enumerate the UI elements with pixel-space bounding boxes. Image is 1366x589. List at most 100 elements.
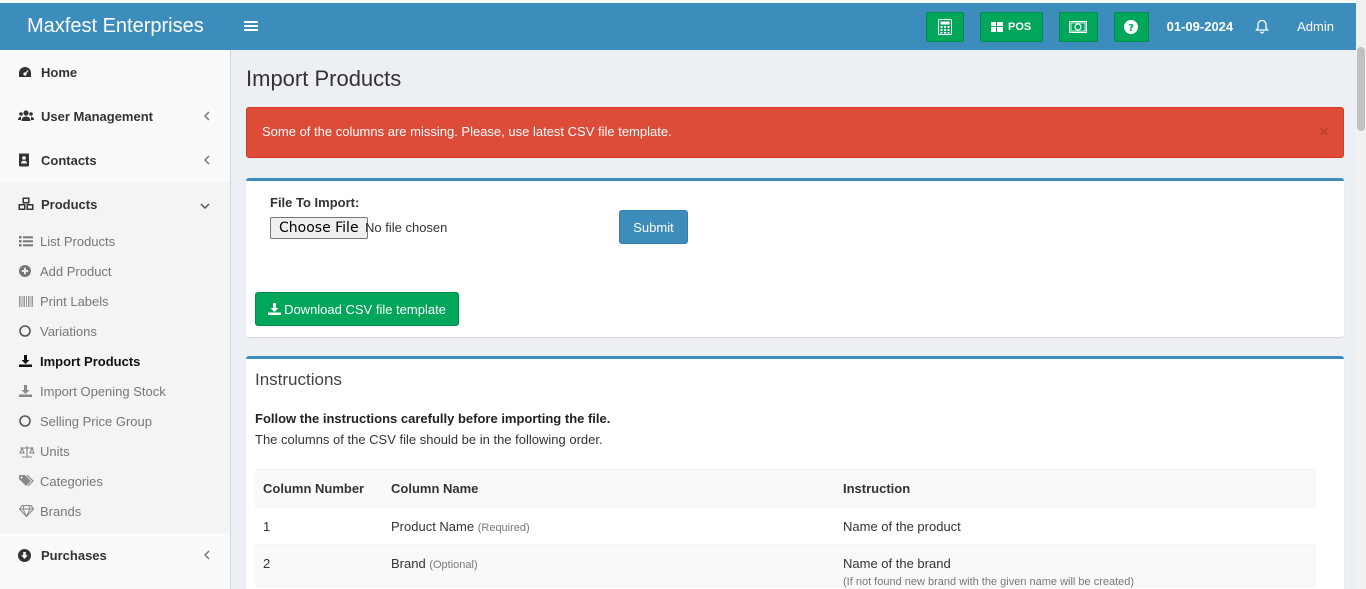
sidebar-subitem-label: Import Products (40, 353, 141, 369)
help-button[interactable]: ? (1113, 11, 1149, 42)
balance-scale-icon (19, 445, 40, 458)
column-name: Brand (391, 556, 426, 571)
sidebar: Home User Management Contacts Products L… (0, 50, 231, 589)
column-header: Column Name (383, 469, 835, 508)
sidebar-subitem-label: Print Labels (40, 293, 109, 309)
sidebar-item-label: Home (41, 64, 78, 80)
file-status-text: No file chosen (365, 220, 448, 235)
circle-icon (19, 415, 40, 427)
svg-text:?: ? (1128, 23, 1134, 34)
alert-message: Some of the columns are missing. Please,… (262, 124, 672, 139)
chevron-left-icon (203, 548, 210, 563)
sidebar-subitem-units[interactable]: Units (0, 436, 230, 466)
scrollbar-thumb[interactable] (1357, 47, 1365, 131)
sidebar-subitem-label: Import Opening Stock (40, 383, 166, 399)
sidebar-subitem-import-products[interactable]: Import Products (0, 346, 230, 376)
main-header: Maxfest Enterprises POS ? 01-09-2024 Adm… (0, 3, 1356, 50)
sidebar-subitem-add-product[interactable]: Add Product (0, 256, 230, 286)
sidebar-item-purchases[interactable]: Purchases (0, 533, 230, 577)
gem-icon (19, 505, 40, 517)
products-submenu: List Products Add Product Print Labels V… (0, 226, 230, 533)
sidebar-subitem-list-products[interactable]: List Products (0, 226, 230, 256)
file-import-label: File To Import: (270, 195, 360, 210)
sidebar-item-label: Contacts (41, 152, 97, 168)
download-template-label: Download CSV file template (284, 301, 446, 317)
page-scrollbar[interactable] (1356, 0, 1366, 589)
close-icon[interactable]: × (1319, 122, 1329, 142)
sidebar-subitem-label: Brands (40, 503, 82, 519)
plus-circle-icon (19, 265, 40, 277)
sidebar-subitem-import-opening-stock[interactable]: Import Opening Stock (0, 376, 230, 406)
choose-file-button[interactable]: Choose File (270, 217, 368, 239)
instruction-note: (If not found new brand with the given n… (843, 576, 1135, 588)
column-name-cell: Brand (Optional) (383, 544, 835, 588)
notifications-bell-icon[interactable] (1255, 19, 1269, 34)
instructions-box: Instructions Follow the instructions car… (246, 356, 1344, 589)
list-icon (19, 235, 40, 247)
dashboard-icon (18, 66, 41, 78)
sidebar-subitem-label: Selling Price Group (40, 413, 152, 429)
arrow-circle-down-icon (18, 548, 41, 562)
pos-button[interactable]: POS (979, 11, 1043, 42)
pos-label: POS (1008, 20, 1032, 33)
sidebar-subitem-print-labels[interactable]: Print Labels (0, 286, 230, 316)
chevron-down-icon (200, 197, 210, 212)
instruction-cell: Name of the product (835, 507, 1316, 545)
sidebar-subitem-brands[interactable]: Brands (0, 496, 230, 526)
column-number-cell: 1 (255, 507, 383, 545)
instructions-title: Instructions (255, 370, 342, 389)
sidebar-subitem-categories[interactable]: Categories (0, 466, 230, 496)
download-icon (268, 303, 282, 315)
instruction-text: Name of the brand (843, 556, 951, 571)
tags-icon (19, 475, 40, 487)
submit-button[interactable]: Submit (619, 210, 688, 244)
main-content: Import Products Some of the columns are … (231, 50, 1356, 589)
circle-icon (19, 325, 40, 337)
current-date: 01-09-2024 (1166, 19, 1234, 34)
table-row: 2 Brand (Optional) Name of the brand (If … (255, 544, 1316, 588)
column-name: Product Name (391, 519, 475, 534)
column-number-cell: 2 (255, 544, 383, 588)
column-requirement: (Required) (477, 522, 530, 534)
sidebar-subitem-selling-price-group[interactable]: Selling Price Group (0, 406, 230, 436)
page-title: Import Products (246, 66, 402, 91)
users-icon (18, 110, 41, 122)
sidebar-item-home[interactable]: Home (0, 50, 230, 94)
column-name-cell: Product Name (Required) (383, 507, 835, 545)
sidebar-subitem-variations[interactable]: Variations (0, 316, 230, 346)
user-menu[interactable]: Admin (1297, 19, 1334, 34)
sidebar-subitem-label: List Products (40, 233, 116, 249)
th-large-icon (991, 21, 1004, 32)
sidebar-toggle-icon[interactable] (244, 17, 268, 37)
sidebar-item-products[interactable]: Products (0, 182, 230, 226)
column-header: Column Number (255, 469, 383, 508)
sidebar-item-contacts[interactable]: Contacts (0, 138, 230, 182)
cubes-icon (18, 197, 41, 211)
barcode-icon (19, 295, 40, 307)
sidebar-item-user-management[interactable]: User Management (0, 94, 230, 138)
sidebar-item-label: Purchases (41, 547, 107, 563)
calculator-button[interactable] (925, 11, 964, 42)
sidebar-subitem-label: Units (40, 443, 70, 459)
sidebar-subitem-label: Variations (40, 323, 97, 339)
error-alert: Some of the columns are missing. Please,… (246, 107, 1344, 158)
table-row: 1 Product Name (Required) Name of the pr… (255, 507, 1316, 545)
cash-register-button[interactable] (1058, 11, 1098, 42)
download-icon (19, 385, 40, 397)
columns-table: Column Number Column Name Instruction 1 … (255, 469, 1316, 588)
import-form-box: File To Import: Choose File No file chos… (246, 178, 1344, 337)
column-header: Instruction (835, 469, 1316, 508)
instruction-cell: Name of the brand (If not found new brand… (835, 544, 1316, 588)
chevron-left-icon (203, 153, 210, 168)
instructions-heading: Follow the instructions carefully before… (255, 411, 611, 426)
sidebar-subitem-label: Categories (40, 473, 103, 489)
sidebar-item-label: User Management (41, 108, 153, 124)
column-requirement: (Optional) (429, 559, 478, 571)
download-icon (19, 355, 40, 367)
sidebar-subitem-label: Add Product (40, 263, 112, 279)
address-book-icon (18, 153, 41, 167)
question-circle-icon: ? (1124, 19, 1139, 34)
money-icon (1069, 20, 1088, 33)
brand-logo[interactable]: Maxfest Enterprises (0, 15, 230, 38)
download-template-button[interactable]: Download CSV file template (255, 292, 459, 326)
